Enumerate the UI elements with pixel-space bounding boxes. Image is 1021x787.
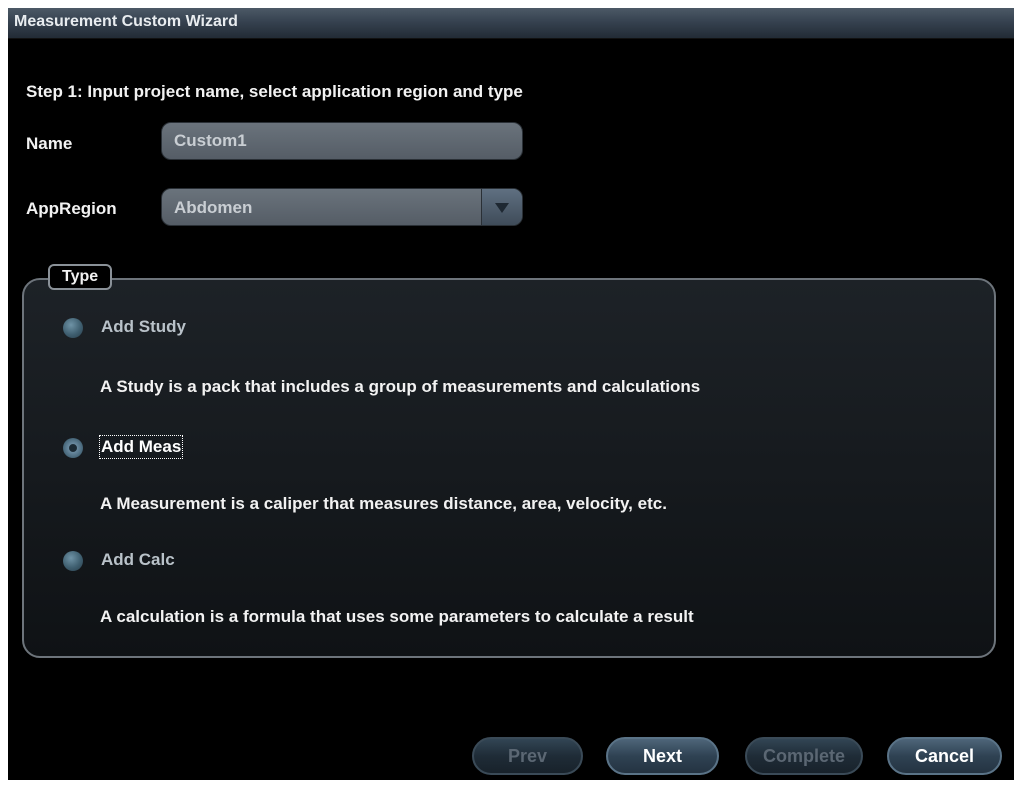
complete-button[interactable]: Complete	[745, 737, 863, 775]
step-instruction: Step 1: Input project name, select appli…	[26, 82, 523, 101]
dropdown-button[interactable]	[481, 189, 522, 225]
radio-button-checked-icon[interactable]	[63, 438, 83, 458]
app-region-select[interactable]: Abdomen	[161, 188, 523, 226]
add-study-description: A Study is a pack that includes a group …	[100, 377, 701, 396]
next-button[interactable]: Next	[606, 737, 719, 775]
app-region-value: Abdomen	[174, 198, 253, 217]
radio-add-study-label[interactable]: Add Study	[101, 317, 186, 337]
add-calc-description: A calculation is a formula that uses som…	[100, 607, 694, 626]
name-input[interactable]	[161, 122, 523, 160]
type-group-legend: Type	[48, 264, 113, 290]
radio-add-calc-label[interactable]: Add Calc	[101, 550, 175, 570]
wizard-window: Measurement Custom Wizard Step 1: Input …	[8, 8, 1014, 780]
radio-button-icon[interactable]	[63, 551, 83, 571]
add-meas-description: A Measurement is a caliper that measures…	[100, 494, 667, 513]
prev-button[interactable]: Prev	[472, 737, 583, 775]
title-bar: Measurement Custom Wizard	[8, 8, 1014, 39]
radio-add-meas-label[interactable]: Add Meas	[98, 435, 184, 459]
cancel-button[interactable]: Cancel	[887, 737, 1002, 775]
name-label: Name	[26, 134, 73, 153]
window-title: Measurement Custom Wizard	[14, 13, 238, 30]
triangle-down-icon	[495, 203, 509, 213]
radio-button-icon[interactable]	[63, 318, 83, 338]
app-region-label: AppRegion	[26, 199, 117, 218]
